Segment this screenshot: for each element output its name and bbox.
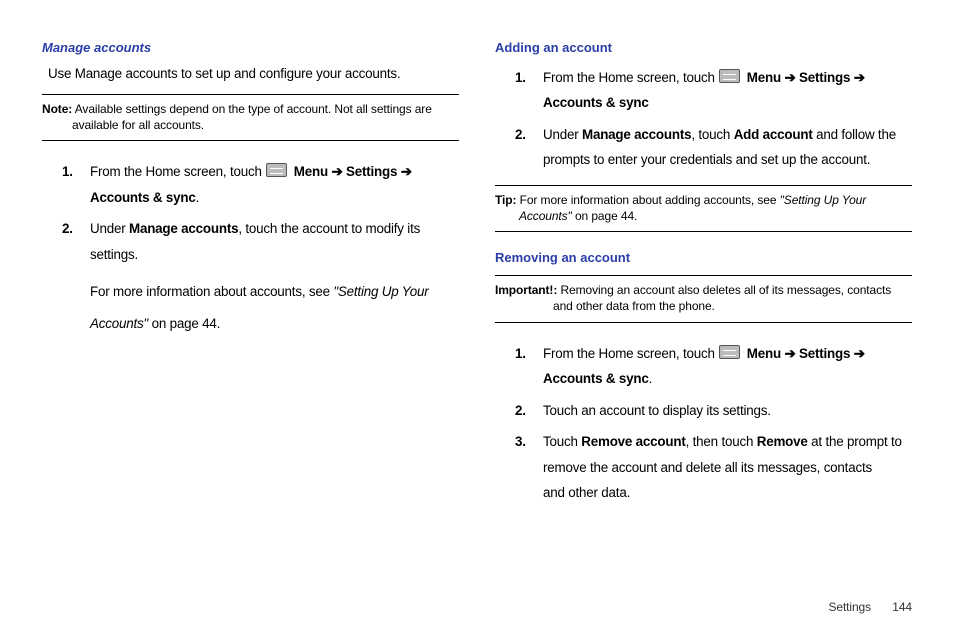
step2-line2: settings. <box>90 247 138 262</box>
removing-steps: From the Home screen, touch Menu ➔ Setti… <box>495 341 912 506</box>
footer-page-number: 144 <box>892 600 912 614</box>
remove-step-1: From the Home screen, touch Menu ➔ Setti… <box>495 341 912 392</box>
rm3-text-a: Touch <box>543 434 581 449</box>
note-callout: Note: Available settings depend on the t… <box>42 94 459 141</box>
step1-menu: Menu <box>294 164 328 179</box>
add1-accounts-sync: Accounts & sync <box>543 95 649 110</box>
rm3-line2: remove the account and delete all its me… <box>543 460 872 475</box>
important-label: Important!: <box>495 283 557 297</box>
rm1-menu: Menu <box>747 346 781 361</box>
step2-text-a: Under <box>90 221 129 236</box>
add1-settings: Settings <box>799 70 850 85</box>
step1-settings: Settings <box>346 164 397 179</box>
add2-manage-accounts: Manage accounts <box>582 127 691 142</box>
step1-period: . <box>196 190 200 205</box>
remove-step-3: Touch Remove account, then touch Remove … <box>495 429 912 505</box>
manage-step-1: From the Home screen, touch Menu ➔ Setti… <box>42 159 459 210</box>
arrow-icon: ➔ <box>850 70 865 85</box>
adding-steps: From the Home screen, touch Menu ➔ Setti… <box>495 65 912 173</box>
add2-text-a: Under <box>543 127 582 142</box>
heading-manage-accounts: Manage accounts <box>42 40 459 55</box>
intro-text: Use Manage accounts to set up and config… <box>48 66 459 82</box>
note-line1: Available settings depend on the type of… <box>75 102 432 116</box>
tip-callout: Tip: For more information about adding a… <box>495 185 912 232</box>
more-info-a: For more information about accounts, see <box>90 284 333 299</box>
add2-text-c: and follow the <box>813 127 896 142</box>
important-line1: Removing an account also deletes all of … <box>560 283 891 297</box>
page-body: Manage accounts Use Manage accounts to s… <box>0 0 954 517</box>
menu-icon <box>266 163 287 177</box>
rm3-remove-account: Remove account <box>581 434 685 449</box>
step2-text-b: , touch the account to modify its <box>238 221 420 236</box>
arrow-icon: ➔ <box>781 346 799 361</box>
heading-removing-account: Removing an account <box>495 250 912 265</box>
left-column: Manage accounts Use Manage accounts to s… <box>42 40 459 517</box>
add-step-1: From the Home screen, touch Menu ➔ Setti… <box>495 65 912 116</box>
tip-label: Tip: <box>495 193 516 207</box>
add-step-2: Under Manage accounts, touch Add account… <box>495 122 912 173</box>
tip-rest: on page 44. <box>572 209 638 223</box>
remove-step-2: Touch an account to display its settings… <box>495 398 912 423</box>
add2-line2: prompts to enter your credentials and se… <box>543 152 870 167</box>
add1-text-a: From the Home screen, touch <box>543 70 718 85</box>
arrow-icon: ➔ <box>781 70 799 85</box>
menu-icon <box>719 69 740 83</box>
step1-accounts-sync: Accounts & sync <box>90 190 196 205</box>
footer-section: Settings <box>828 600 871 614</box>
rm1-accounts-sync: Accounts & sync <box>543 371 649 386</box>
step2-manage-accounts: Manage accounts <box>129 221 238 236</box>
more-info-rest: on page 44. <box>148 316 220 331</box>
page-footer: Settings 144 <box>828 600 912 614</box>
arrow-icon: ➔ <box>850 346 865 361</box>
arrow-icon: ➔ <box>397 164 412 179</box>
more-info-line1: For more information about accounts, see… <box>42 279 459 304</box>
rm1-text-a: From the Home screen, touch <box>543 346 718 361</box>
add2-text-b: , touch <box>691 127 733 142</box>
rm3-text-c: at the prompt to <box>808 434 902 449</box>
more-info-line2: Accounts" on page 44. <box>42 311 459 336</box>
arrow-icon: ➔ <box>328 164 346 179</box>
rm1-settings: Settings <box>799 346 850 361</box>
add2-add-account: Add account <box>734 127 813 142</box>
rm3-remove: Remove <box>757 434 808 449</box>
rm3-line3: and other data. <box>543 485 630 500</box>
more-info-italic1: "Setting Up Your <box>333 284 428 299</box>
step1-text-a: From the Home screen, touch <box>90 164 265 179</box>
right-column: Adding an account From the Home screen, … <box>495 40 912 517</box>
important-line2: and other data from the phone. <box>495 298 912 314</box>
rm3-text-b: , then touch <box>686 434 757 449</box>
rm2-text: Touch an account to display its settings… <box>543 403 771 418</box>
note-line2: available for all accounts. <box>42 117 459 133</box>
heading-adding-account: Adding an account <box>495 40 912 55</box>
tip-italic1: "Setting Up Your <box>780 193 867 207</box>
tip-line1: For more information about adding accoun… <box>520 193 780 207</box>
more-info-italic2: Accounts" <box>90 316 148 331</box>
rm1-period: . <box>649 371 653 386</box>
menu-icon <box>719 345 740 359</box>
tip-italic2: Accounts" <box>519 209 572 223</box>
manage-steps: From the Home screen, touch Menu ➔ Setti… <box>42 159 459 267</box>
important-callout: Important!: Removing an account also del… <box>495 275 912 322</box>
manage-step-2: Under Manage accounts, touch the account… <box>42 216 459 267</box>
add1-menu: Menu <box>747 70 781 85</box>
note-label: Note: <box>42 102 72 116</box>
tip-line2: Accounts" on page 44. <box>495 208 912 224</box>
